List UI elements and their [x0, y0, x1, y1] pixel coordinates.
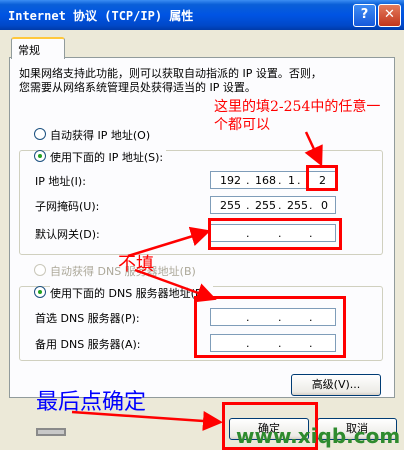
arrow-to-ok — [71, 410, 223, 431]
arrow-to-ip — [304, 131, 323, 167]
tab-general-label: 常规 — [18, 44, 40, 57]
watermark: www.xiqb.com — [236, 424, 401, 448]
arrow-to-gateway — [127, 226, 211, 258]
annotation-arrows — [71, 131, 323, 431]
network-icon — [36, 426, 66, 438]
arrow-to-dns — [134, 268, 217, 303]
tab-general[interactable]: 常规 — [11, 37, 65, 59]
